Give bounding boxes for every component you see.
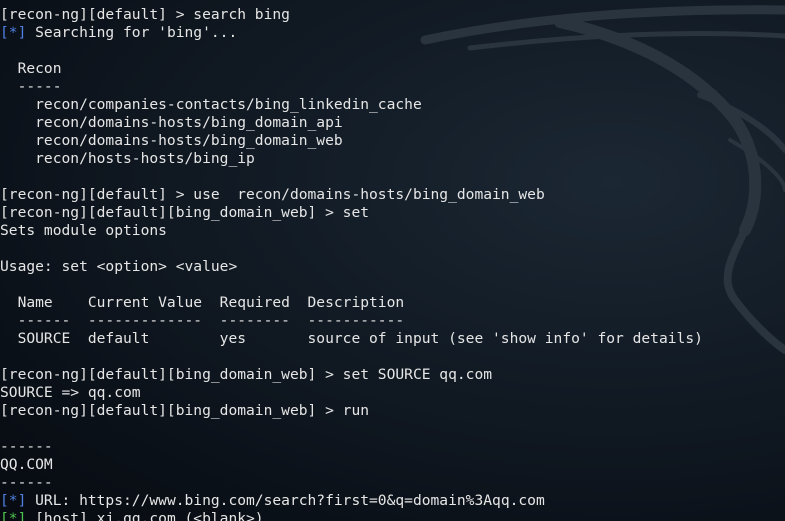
line-text: QQ.COM — [0, 456, 53, 473]
line-text: recon/domains-hosts/bing_domain_api — [0, 114, 343, 131]
terminal-line: [recon-ng][default][bing_domain_web] > s… — [0, 366, 703, 384]
line-text: [recon-ng][default] > search bing — [0, 6, 290, 23]
status-tag: [*] — [0, 510, 27, 521]
terminal-line: recon/hosts-hosts/bing_ip — [0, 150, 703, 168]
terminal-window[interactable]: [recon-ng][default] > search bing [*] Sea… — [0, 0, 785, 521]
terminal-line: recon/companies-contacts/bing_linkedin_c… — [0, 96, 703, 114]
line-text: recon/domains-hosts/bing_domain_web — [0, 132, 343, 149]
line-text: SOURCE => qq.com — [0, 384, 141, 401]
line-text: [host] xj.qq.com (<blank>) — [26, 510, 264, 521]
terminal-line: [recon-ng][default] > search bing — [0, 6, 703, 24]
terminal-line: [recon-ng][default] > use recon/domains-… — [0, 186, 703, 204]
terminal-line: SOURCE default yes source of input (see … — [0, 330, 703, 348]
terminal-line: recon/domains-hosts/bing_domain_api — [0, 114, 703, 132]
terminal-line: Usage: set <option> <value> — [0, 258, 703, 276]
status-tag: [*] — [0, 24, 27, 41]
line-text: recon/hosts-hosts/bing_ip — [0, 150, 255, 167]
line-text: Name Current Value Required Description — [0, 294, 405, 311]
status-tag: [*] — [0, 492, 27, 509]
terminal-line: ----- — [0, 78, 703, 96]
line-text: ------ ------------- -------- ----------… — [0, 312, 405, 329]
line-text: SOURCE default yes source of input (see … — [0, 330, 703, 347]
terminal-line: Recon — [0, 60, 703, 78]
terminal-line: [*] [host] xj.qq.com (<blank>) — [0, 510, 703, 521]
line-text: Searching for 'bing'... — [26, 24, 238, 41]
terminal-line: ------ — [0, 438, 703, 456]
terminal-line: QQ.COM — [0, 456, 703, 474]
terminal-line: [recon-ng][default][bing_domain_web] > r… — [0, 402, 703, 420]
terminal-line: ------ ------------- -------- ----------… — [0, 312, 703, 330]
line-text: ------ — [0, 438, 53, 455]
terminal-line: recon/domains-hosts/bing_domain_web — [0, 132, 703, 150]
line-text: ----- — [0, 78, 62, 95]
terminal-line: [*] URL: https://www.bing.com/search?fir… — [0, 492, 703, 510]
line-text: [recon-ng][default][bing_domain_web] > r… — [0, 402, 370, 419]
line-text: URL: https://www.bing.com/search?first=0… — [26, 492, 545, 509]
line-text: Sets module options — [0, 222, 167, 239]
line-text: [recon-ng][default] > use recon/domains-… — [0, 186, 545, 203]
terminal-line: ------ — [0, 474, 703, 492]
terminal-line: Name Current Value Required Description — [0, 294, 703, 312]
line-text: Usage: set <option> <value> — [0, 258, 238, 275]
terminal-output: [recon-ng][default] > search bing [*] Sea… — [0, 6, 703, 521]
line-text: ------ — [0, 474, 53, 491]
line-text: [recon-ng][default][bing_domain_web] > s… — [0, 366, 493, 383]
terminal-line: SOURCE => qq.com — [0, 384, 703, 402]
terminal-line: Sets module options — [0, 222, 703, 240]
line-text: Recon — [0, 60, 62, 77]
line-text: [recon-ng][default][bing_domain_web] > s… — [0, 204, 370, 221]
terminal-line: [*] Searching for 'bing'... — [0, 24, 703, 42]
line-text: recon/companies-contacts/bing_linkedin_c… — [0, 96, 422, 113]
terminal-line: [recon-ng][default][bing_domain_web] > s… — [0, 204, 703, 222]
